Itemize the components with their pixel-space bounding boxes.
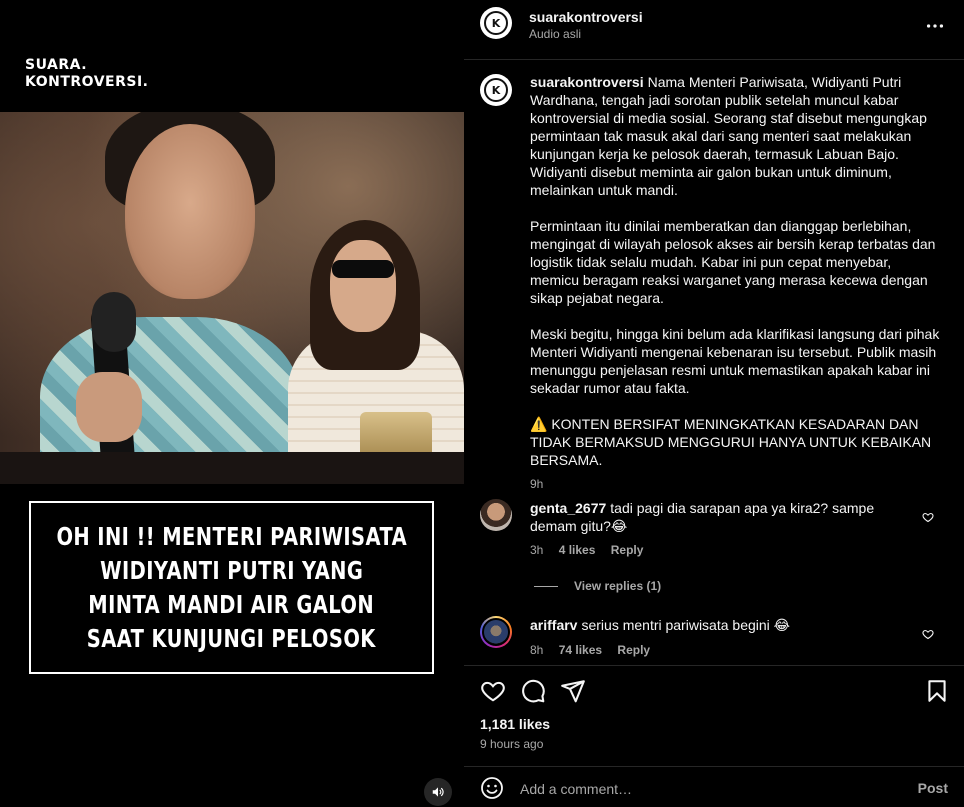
comment-likes[interactable]: 74 likes: [559, 643, 602, 657]
brand-logo-line2: KONTROVERSI.: [25, 74, 149, 90]
share-icon[interactable]: [560, 678, 586, 704]
bookmark-icon[interactable]: [924, 678, 950, 704]
comment-likes[interactable]: 4 likes: [559, 543, 596, 557]
view-replies-button[interactable]: View replies (1): [534, 579, 661, 593]
post-header: K suarakontroversi Audio asli: [464, 0, 964, 60]
caption-paragraph-1: Nama Menteri Pariwisata, Widiyanti Putri…: [530, 74, 927, 198]
comment-avatar-story-ring[interactable]: [480, 616, 512, 648]
heart-icon[interactable]: [480, 678, 506, 704]
headline-line-2: WIDIYANTI PUTRI YANG: [99, 555, 364, 585]
caption-avatar[interactable]: K: [480, 74, 512, 106]
comment-reply-button[interactable]: Reply: [611, 543, 644, 557]
emoji-icon[interactable]: [480, 776, 504, 800]
comment-body: ariffarv serius mentri pariwisata begini …: [530, 616, 922, 634]
comment-username[interactable]: genta_2677: [530, 500, 606, 516]
comment-username[interactable]: ariffarv: [530, 617, 577, 633]
speaker-icon: [432, 787, 444, 797]
video-frame: [0, 112, 464, 484]
comment-avatar[interactable]: [480, 499, 512, 531]
caption-paragraph-4: ⚠️ KONTEN BERSIFAT MENINGKATKAN KESADARA…: [530, 416, 932, 468]
more-options-button[interactable]: [924, 15, 946, 42]
audio-label[interactable]: Audio asli: [529, 27, 581, 41]
table-edge: [0, 452, 464, 484]
headline-line-3: MINTA MANDI AIR GALON: [88, 589, 375, 619]
headline-box: OH INI !! MENTERI PARIWISATA WIDIYANTI P…: [29, 501, 434, 674]
view-replies-label: View replies (1): [574, 579, 662, 593]
comment-like-icon[interactable]: [922, 628, 934, 640]
post-comment-button[interactable]: Post: [918, 780, 948, 796]
sunglasses: [332, 260, 394, 278]
comment-item: ariffarv serius mentri pariwisata begini …: [480, 616, 950, 661]
brand-logo-line1: SUARA.: [25, 57, 88, 73]
action-bar: [464, 665, 964, 715]
post-time[interactable]: 9 hours ago: [480, 737, 543, 751]
comment-meta: 8h 74 likes Reply: [530, 643, 662, 657]
comment-reply-button[interactable]: Reply: [617, 643, 650, 657]
caption-avatar-letter: K: [484, 78, 508, 102]
replies-divider: [534, 585, 558, 587]
caption-username[interactable]: suarakontroversi: [530, 74, 644, 90]
person-speaker-face: [125, 124, 255, 299]
speaker-hand: [76, 372, 142, 442]
video-player[interactable]: SUARA. KONTROVERSI. OH INI !! MENTERI PA…: [0, 0, 464, 807]
comment-like-icon[interactable]: [922, 511, 934, 523]
headline-line-4: SAAT KUNJUNGI PELOSOK: [86, 623, 377, 653]
comment-time[interactable]: 3h: [530, 543, 543, 557]
audio-toggle-button[interactable]: [424, 778, 452, 806]
microphone-head: [92, 292, 136, 352]
headline-line-1: OH INI !! MENTERI PARIWISATA: [56, 521, 407, 551]
comment-time[interactable]: 8h: [530, 643, 543, 657]
comment-input[interactable]: [520, 779, 880, 799]
comment-meta: 3h 4 likes Reply: [530, 543, 655, 557]
author-avatar[interactable]: K: [480, 7, 512, 39]
likes-count[interactable]: 1,181 likes: [480, 716, 550, 732]
comment-text: serius mentri pariwisata begini 😂: [581, 617, 791, 633]
brand-logo: SUARA. KONTROVERSI.: [25, 57, 148, 91]
comment-icon[interactable]: [520, 678, 546, 704]
comments-section[interactable]: K suarakontroversi Nama Menteri Pariwisat…: [464, 61, 964, 661]
add-comment-bar: Post: [464, 766, 964, 807]
post-panel: K suarakontroversi Audio asli K suarakon…: [464, 0, 964, 807]
post-caption: suarakontroversi Nama Menteri Pariwisata,…: [530, 73, 940, 493]
author-avatar-letter: K: [484, 11, 508, 35]
caption-paragraph-3: Meski begitu, hingga kini belum ada klar…: [530, 326, 940, 396]
caption-paragraph-2: Permintaan itu dinilai memberatkan dan d…: [530, 218, 936, 306]
caption-time[interactable]: 9h: [530, 475, 940, 493]
person-inset-face: [330, 240, 396, 332]
more-horizontal-icon: [926, 24, 944, 28]
author-username[interactable]: suarakontroversi: [529, 9, 643, 25]
comment-body: genta_2677 tadi pagi dia sarapan apa ya k…: [530, 499, 922, 535]
comment-avatar: [482, 618, 510, 646]
